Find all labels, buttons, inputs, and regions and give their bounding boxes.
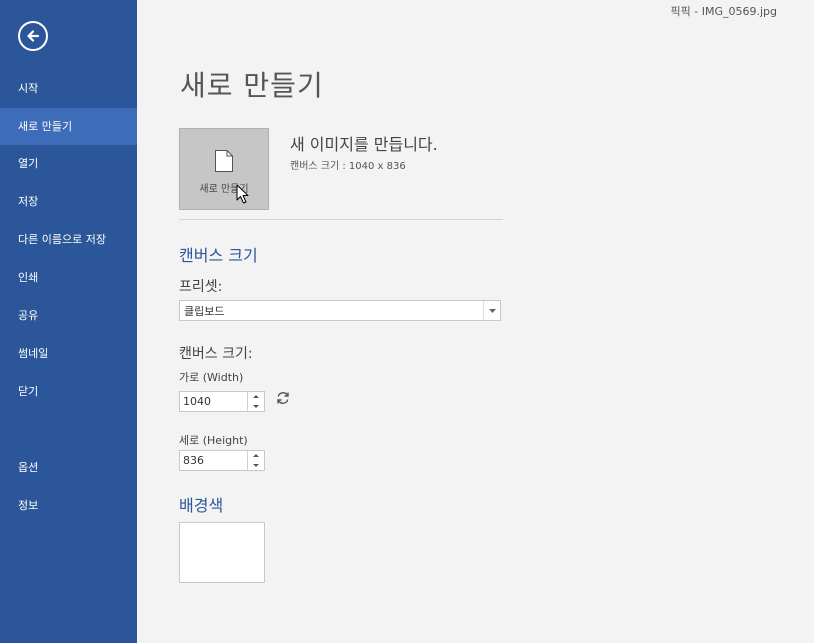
- width-label: 가로 (Width): [179, 371, 244, 384]
- document-icon: [215, 150, 233, 172]
- sidebar-item-options[interactable]: 옵션: [0, 449, 137, 486]
- spin-down-icon[interactable]: [248, 402, 264, 412]
- new-image-button[interactable]: 새로 만들기: [179, 128, 269, 210]
- document-title: 픽픽 - IMG_0569.jpg: [670, 5, 777, 18]
- canvas-size-label: 캔버스 크기:: [179, 346, 253, 362]
- preset-value: 클립보드: [184, 305, 225, 318]
- width-stepper[interactable]: [179, 391, 265, 412]
- sidebar-item-print[interactable]: 인쇄: [0, 259, 137, 296]
- spin-down-icon[interactable]: [248, 461, 264, 471]
- sidebar: 시작 새로 만들기 열기 저장 다른 이름으로 저장 인쇄 공유 썸네일 닫기 …: [0, 0, 137, 643]
- height-stepper[interactable]: [179, 450, 265, 471]
- main-panel: 픽픽 - IMG_0569.jpg 새로 만들기 새로 만들기 새 이미지를 만…: [137, 0, 814, 643]
- canvas-size-info: 캔버스 크기 : 1040 x 836: [290, 161, 406, 172]
- sidebar-item-share[interactable]: 공유: [0, 297, 137, 334]
- sidebar-item-save-as[interactable]: 다른 이름으로 저장: [0, 221, 137, 258]
- spin-up-icon[interactable]: [248, 451, 264, 461]
- divider: [179, 219, 503, 220]
- new-image-button-label: 새로 만들기: [199, 184, 249, 195]
- page-title: 새로 만들기: [180, 69, 324, 102]
- spin-up-icon[interactable]: [248, 392, 264, 402]
- sidebar-item-close[interactable]: 닫기: [0, 373, 137, 410]
- height-input[interactable]: [180, 451, 246, 470]
- sidebar-item-open[interactable]: 열기: [0, 145, 137, 182]
- preset-label: 프리셋:: [179, 279, 223, 295]
- new-image-heading: 새 이미지를 만듭니다.: [290, 135, 438, 154]
- background-color-heading: 배경색: [179, 496, 224, 515]
- back-arrow-icon: [27, 30, 40, 42]
- sidebar-item-save[interactable]: 저장: [0, 183, 137, 220]
- sidebar-item-thumbnail[interactable]: 썸네일: [0, 335, 137, 372]
- canvas-size-heading: 캔버스 크기: [179, 246, 258, 265]
- width-input[interactable]: [180, 392, 246, 411]
- sidebar-item-info[interactable]: 정보: [0, 487, 137, 524]
- refresh-icon[interactable]: [275, 390, 291, 406]
- height-label: 세로 (Height): [179, 434, 248, 447]
- back-button[interactable]: [18, 21, 48, 51]
- mouse-pointer-icon: [236, 184, 249, 204]
- sidebar-item-new[interactable]: 새로 만들기: [0, 108, 137, 145]
- preset-select[interactable]: 클립보드: [179, 300, 501, 321]
- background-color-swatch[interactable]: [179, 522, 265, 583]
- sidebar-item-start[interactable]: 시작: [0, 70, 137, 107]
- dropdown-arrow-icon[interactable]: [483, 301, 500, 320]
